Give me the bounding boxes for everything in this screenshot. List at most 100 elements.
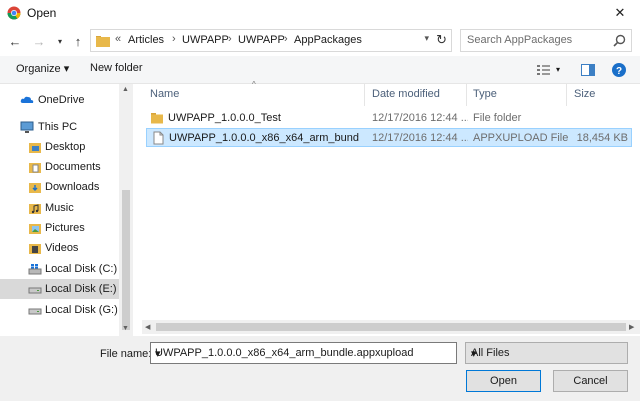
window-title: Open — [27, 6, 57, 20]
chevron-down-icon: ▾ — [57, 36, 62, 46]
address-row: ← → ▾ ↑ « Articles › UWPAPP › UWPAPP › A… — [0, 26, 640, 56]
videos-folder-icon — [29, 244, 41, 254]
chevron-down-icon[interactable]: ▾ — [155, 347, 452, 360]
sidebar-item-local-disk-g[interactable]: Local Disk (G:) — [0, 300, 119, 320]
open-button[interactable]: Open — [466, 370, 541, 392]
file-name-label: File name: — [100, 348, 152, 360]
navigation-pane: OneDrive This PC Desktop Documents Downl… — [0, 84, 133, 336]
breadcrumb-separator-icon[interactable]: › — [284, 33, 288, 45]
sidebar-item-downloads[interactable]: Downloads — [0, 177, 119, 197]
svg-text:?: ? — [616, 66, 622, 77]
file-list: ^ Name Date modified Type Size UWPAPP_1.… — [142, 80, 640, 336]
documents-folder-icon — [29, 163, 41, 173]
column-header-size[interactable]: Size — [567, 84, 637, 106]
horizontal-scroll-thumb[interactable] — [156, 323, 626, 331]
search-placeholder: Search AppPackages — [467, 34, 573, 46]
sidebar-item-label: Pictures — [45, 222, 85, 234]
address-dropdown-icon[interactable]: ▾ — [424, 33, 429, 44]
arrow-right-icon: → — [32, 33, 46, 49]
sidebar-scrollbar[interactable]: ▲ ▼ — [119, 84, 133, 336]
sidebar-item-label: This PC — [38, 121, 78, 133]
organize-button[interactable]: Organize ▾ — [16, 62, 69, 75]
breadcrumb-uwpapp[interactable]: UWPAPP — [182, 34, 229, 46]
breadcrumb-separator-icon[interactable]: › — [228, 33, 232, 45]
column-header-label: Type — [473, 88, 497, 100]
close-button[interactable]: ✕ — [600, 0, 640, 26]
windows-drive-icon — [28, 264, 42, 275]
search-input[interactable]: Search AppPackages — [460, 29, 632, 52]
file-type-select[interactable]: All Files ▾ — [465, 342, 628, 364]
sidebar-item-local-disk-c[interactable]: Local Disk (C:) — [0, 259, 119, 279]
sidebar-item-label: Local Disk (C:) — [45, 263, 118, 275]
overflow-chevron[interactable]: « — [115, 33, 121, 45]
search-icon[interactable] — [613, 34, 626, 47]
breadcrumb-articles[interactable]: Articles — [128, 34, 164, 46]
file-type: APPXUPLOAD File — [473, 132, 568, 144]
command-bar: Organize ▾ New folder ▾ ? — [0, 56, 640, 84]
view-options-icon[interactable] — [536, 62, 552, 78]
folder-icon — [96, 36, 110, 47]
file-list-horizontal-scrollbar[interactable]: ◀ ▶ — [142, 320, 640, 334]
forward-button[interactable]: → — [30, 32, 48, 50]
chevron-down-icon: ▾ — [471, 348, 477, 360]
back-button[interactable]: ← — [6, 32, 24, 50]
file-row-selected[interactable]: UWPAPP_1.0.0.0_x86_x64_arm_bundle.ap... … — [146, 128, 632, 147]
address-bar[interactable]: « Articles › UWPAPP › UWPAPP › AppPackag… — [90, 29, 452, 52]
downloads-folder-icon — [29, 183, 41, 193]
file-date: 12/17/2016 12:44 ... — [372, 112, 468, 124]
cloud-icon — [20, 96, 34, 103]
preview-pane-icon[interactable] — [580, 62, 596, 78]
file-icon — [153, 131, 164, 145]
drive-icon — [28, 308, 42, 315]
scroll-up-icon[interactable]: ▲ — [122, 86, 129, 93]
refresh-icon[interactable]: ↻ — [436, 32, 447, 48]
sidebar-item-local-disk-e[interactable]: Local Disk (E:) — [0, 279, 119, 299]
column-header-name[interactable]: Name — [142, 84, 364, 106]
music-folder-icon — [29, 204, 41, 214]
breadcrumb-separator-icon[interactable]: › — [172, 33, 176, 45]
new-folder-button[interactable]: New folder — [90, 62, 143, 74]
column-header-label: Date modified — [372, 88, 440, 100]
sidebar-item-label: Music — [45, 202, 74, 214]
sidebar-item-label: Local Disk (E:) — [45, 283, 117, 295]
scroll-right-icon[interactable]: ▶ — [629, 323, 634, 331]
computer-icon — [20, 121, 34, 133]
sidebar-item-label: Downloads — [45, 181, 100, 193]
arrow-left-icon: ← — [8, 33, 22, 49]
file-name: UWPAPP_1.0.0.0_Test — [168, 112, 281, 124]
recent-locations-button[interactable]: ▾ — [51, 32, 69, 50]
breadcrumb-uwpapp-2[interactable]: UWPAPP — [238, 34, 285, 46]
view-dropdown-icon[interactable]: ▾ — [556, 65, 560, 74]
file-size: 18,454 KB — [576, 132, 628, 144]
sidebar-item-music[interactable]: Music — [0, 198, 119, 218]
close-icon: ✕ — [614, 5, 626, 20]
column-header-date[interactable]: Date modified — [365, 84, 466, 106]
sidebar-item-onedrive[interactable]: OneDrive — [0, 90, 119, 110]
scroll-left-icon[interactable]: ◀ — [145, 323, 150, 331]
file-date: 12/17/2016 12:44 ... — [372, 132, 468, 144]
title-bar: Open ✕ — [0, 0, 640, 26]
desktop-folder-icon — [29, 143, 41, 153]
column-header-label: Size — [574, 88, 596, 100]
sidebar-item-this-pc[interactable]: This PC — [0, 117, 119, 137]
column-header-type[interactable]: Type — [467, 84, 566, 106]
sidebar-item-documents[interactable]: Documents — [0, 157, 119, 177]
folder-icon — [151, 113, 163, 124]
sidebar-item-videos[interactable]: Videos — [0, 238, 119, 258]
drive-icon — [28, 287, 42, 294]
up-button[interactable]: ↑ — [69, 32, 87, 50]
sidebar-item-label: Desktop — [45, 141, 86, 153]
sidebar-item-pictures[interactable]: Pictures — [0, 218, 119, 238]
help-icon[interactable]: ? — [611, 62, 627, 78]
cancel-button[interactable]: Cancel — [553, 370, 628, 392]
breadcrumb-apppackages[interactable]: AppPackages — [294, 34, 362, 46]
file-name-input[interactable]: UWPAPP_1.0.0.0_x86_x64_arm_bundle.appxup… — [150, 342, 457, 364]
file-row[interactable]: UWPAPP_1.0.0.0_Test 12/17/2016 12:44 ...… — [146, 109, 632, 128]
sidebar-scroll-thumb[interactable] — [122, 190, 130, 330]
scroll-down-icon[interactable]: ▼ — [122, 325, 129, 332]
sidebar-item-label: OneDrive — [38, 94, 85, 106]
sidebar-item-desktop[interactable]: Desktop — [0, 137, 119, 157]
sidebar-item-label: Local Disk (G:) — [45, 304, 118, 316]
sidebar-item-label: Videos — [45, 242, 79, 254]
arrow-up-icon: ↑ — [74, 33, 82, 49]
